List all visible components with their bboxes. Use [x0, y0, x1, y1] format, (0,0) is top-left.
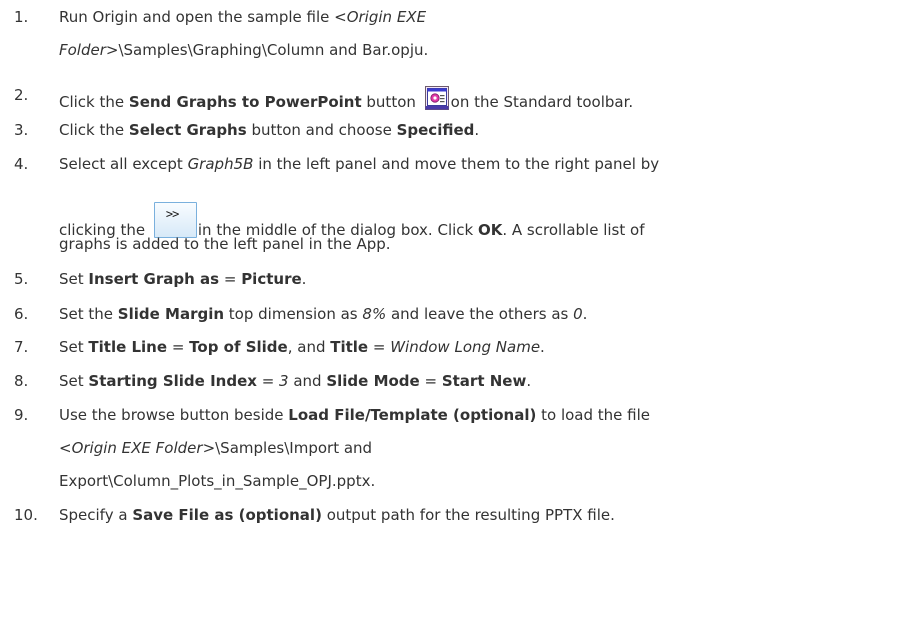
powerpoint-send-icon: [424, 86, 449, 110]
ui-label: Send Graphs to PowerPoint: [128, 93, 362, 111]
text-run: Run Origin and open the sample file: [59, 8, 335, 26]
path-text: Folder: [59, 41, 106, 59]
step-line: Set Title Line = Top of Slide, and Title…: [59, 338, 545, 356]
ui-label: Load File/Template (optional): [288, 406, 537, 424]
text-run: Select all except: [59, 155, 188, 173]
step-line: Export\Column_Plots_in_Sample_OPJ.pptx.: [59, 472, 375, 490]
ui-label: Specified: [396, 121, 475, 139]
step-line: Set the Slide Margin top dimension as 8%…: [59, 305, 587, 323]
text-run: Set: [59, 338, 89, 356]
step-number: 7.: [14, 338, 29, 356]
step-number: 10.: [14, 506, 38, 524]
value-text: Window Long Name: [390, 338, 541, 356]
ui-label: Title: [330, 338, 369, 356]
value-text: 8%: [362, 305, 387, 323]
ui-label: Slide Margin: [117, 305, 225, 323]
text-run: output path for the resulting PPTX file.: [321, 506, 615, 524]
value-text: 3: [279, 372, 289, 390]
ui-label: Slide Mode: [326, 372, 420, 390]
path-text: Export\Column_Plots_in_Sample_OPJ.pptx.: [59, 472, 376, 490]
ui-label: OK: [477, 221, 503, 239]
path-text: >\Samples\Import and: [202, 439, 373, 457]
text-run: =: [419, 372, 442, 390]
ui-label: Start New: [441, 372, 527, 390]
step-line: Specify a Save File as (optional) output…: [59, 506, 615, 524]
graph-name: Graph5B: [187, 155, 254, 173]
ui-label: Picture: [241, 270, 302, 288]
text-run: button and choose: [246, 121, 397, 139]
step-line: Set Starting Slide Index = 3 and Slide M…: [59, 372, 531, 390]
text-run: .: [582, 305, 588, 323]
step-line: clicking the >> in the middle of the dial…: [59, 202, 644, 239]
text-run: =: [219, 270, 242, 288]
text-run: Click the: [59, 121, 129, 139]
step-number: 4.: [14, 155, 29, 173]
step-number: 3.: [14, 121, 29, 139]
text-run: Set: [59, 372, 89, 390]
move-right-button: >>: [153, 202, 197, 238]
text-run: in the left panel and move them to the r…: [253, 155, 660, 173]
text-run: and: [288, 372, 327, 390]
step-line: <Origin EXE Folder>\Samples\Import and: [59, 439, 372, 457]
text-run: Click the: [59, 93, 129, 111]
text-run: .: [301, 270, 307, 288]
step-line: Select all except Graph5B in the left pa…: [59, 155, 659, 173]
text-run: .: [540, 338, 545, 356]
ui-label: Starting Slide Index: [88, 372, 257, 390]
step-number: 5.: [14, 270, 29, 288]
text-run: Specify a: [59, 506, 133, 524]
ui-label: Title Line: [88, 338, 168, 356]
step-line: Run Origin and open the sample file <Ori…: [59, 8, 426, 26]
text-run: =: [256, 372, 280, 390]
text-run: .: [526, 372, 532, 390]
step-line: Click the Select Graphs button and choos…: [59, 121, 479, 139]
step-line: Use the browse button beside Load File/T…: [59, 406, 650, 424]
text-run: =: [167, 338, 190, 356]
step-number: 8.: [14, 372, 29, 390]
text-run: on the Standard toolbar.: [450, 93, 634, 111]
step-number: 6.: [14, 305, 29, 323]
text-run: , and: [287, 338, 331, 356]
text-run: .: [474, 121, 480, 139]
text-run: and leave the others as: [386, 305, 574, 323]
text-run: button: [361, 93, 421, 111]
text-run: Set the: [59, 305, 118, 323]
text-run: graphs is added to the left panel in the…: [59, 235, 391, 253]
ui-label: Insert Graph as: [88, 270, 220, 288]
text-run: =: [368, 338, 391, 356]
step-line: Set Insert Graph as = Picture.: [59, 270, 306, 288]
ui-label: Top of Slide: [189, 338, 288, 356]
text-run: Use the browse button beside: [59, 406, 289, 424]
move-right-label: >>: [165, 207, 179, 221]
text-run: top dimension as: [224, 305, 363, 323]
text-run: Set: [59, 270, 89, 288]
step-line: Click the Send Graphs to PowerPoint butt…: [59, 86, 633, 111]
ui-label: Select Graphs: [128, 121, 247, 139]
ui-label: Save File as (optional): [132, 506, 322, 524]
step-number: 1.: [14, 8, 29, 26]
step-line: Folder>\Samples\Graphing\Column and Bar.…: [59, 41, 428, 59]
step-line: graphs is added to the left panel in the…: [59, 235, 391, 253]
path-text: >\Samples\Graphing\Column and Bar.opju.: [105, 41, 429, 59]
path-text: <Origin EXE: [334, 8, 427, 26]
step-number: 9.: [14, 406, 29, 424]
text-run: to load the file: [536, 406, 651, 424]
text-run: . A scrollable list of: [502, 221, 645, 239]
path-text: <Origin EXE Folder: [59, 439, 203, 457]
value-text: 0: [573, 305, 583, 323]
step-number: 2.: [14, 86, 29, 104]
